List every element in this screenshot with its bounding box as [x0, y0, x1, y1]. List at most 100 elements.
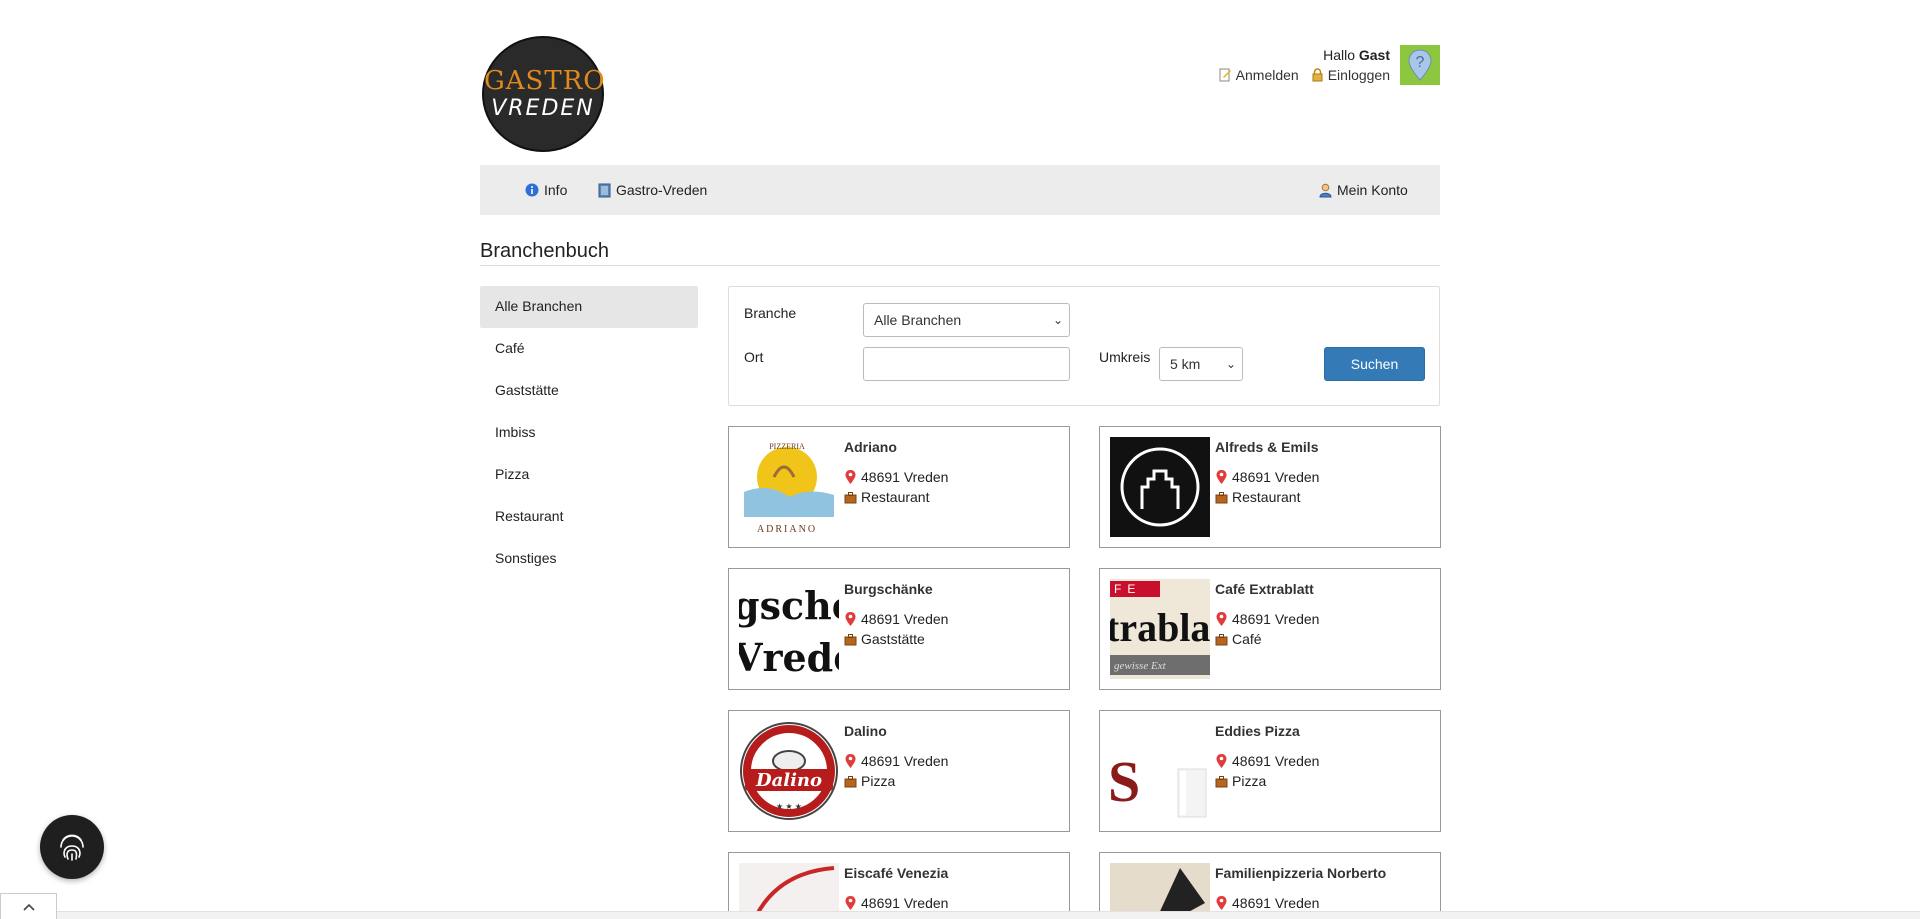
user-help-badge[interactable]: ?: [1400, 45, 1440, 85]
listing-city: 48691 Vreden: [861, 753, 949, 769]
listing-card[interactable]: PIZZERIA ADRIANO Adriano 48691 Vreden Re…: [728, 426, 1070, 548]
briefcase-icon: [1215, 633, 1228, 645]
listing-city: 48691 Vreden: [861, 469, 949, 485]
listing-name[interactable]: Familienpizzeria Norberto: [1215, 865, 1386, 881]
sidebar-item-cafe[interactable]: Café: [480, 328, 698, 370]
search-button[interactable]: Suchen: [1324, 347, 1425, 381]
listing-logo: gsche Vrede: [739, 579, 839, 679]
listing-location: 48691 Vreden: [1215, 895, 1319, 911]
umkreis-selected: 5 km: [1170, 356, 1201, 372]
listing-category: Pizza: [1232, 773, 1267, 789]
search-panel: Branche Alle Branchen ⌄ Ort Umkreis 5 km…: [728, 286, 1440, 406]
listing-category-row: Café: [1215, 631, 1262, 647]
listing-name[interactable]: Eiscafé Venezia: [844, 865, 948, 881]
sidebar-item-sonstiges[interactable]: Sonstiges: [480, 538, 698, 580]
logo-line-2: VREDEN: [491, 96, 595, 121]
briefcase-icon: [1215, 775, 1228, 787]
listing-logo: Dalino ★ ★ ★: [739, 721, 839, 821]
info-icon: [525, 183, 539, 197]
nav-site-label: Gastro-Vreden: [616, 182, 708, 198]
register-label: Anmelden: [1235, 67, 1299, 83]
chevron-down-icon: ⌄: [1052, 313, 1063, 327]
greeting-prefix: Hallo: [1323, 47, 1355, 63]
listing-location: 48691 Vreden: [844, 611, 948, 627]
sidebar-item-imbiss[interactable]: Imbiss: [480, 412, 698, 454]
listing-card[interactable]: Alfreds & Emils 48691 Vreden Restaurant: [1099, 426, 1441, 548]
listing-category: Café: [1232, 631, 1262, 647]
main-nav: Info Gastro-Vreden Mein Konto: [480, 165, 1440, 215]
privacy-settings-button[interactable]: [40, 815, 104, 879]
book-icon: [598, 183, 611, 197]
listing-logo: FE trabla gewisse Ext: [1110, 579, 1210, 679]
branche-selected: Alle Branchen: [874, 312, 962, 328]
listing-category-row: Gaststätte: [844, 631, 925, 647]
listing-category: Pizza: [861, 773, 896, 789]
listing-city: 48691 Vreden: [1232, 753, 1320, 769]
login-label: Einloggen: [1327, 67, 1390, 83]
ort-label: Ort: [744, 349, 764, 365]
branche-select[interactable]: Alle Branchen ⌄: [863, 303, 1070, 337]
title-divider: [480, 265, 1440, 266]
listing-name[interactable]: Café Extrablatt: [1215, 581, 1314, 597]
map-pin-icon: [845, 470, 856, 484]
listing-city: 48691 Vreden: [1232, 895, 1320, 911]
listing-card[interactable]: gsche Vrede Burgschänke 48691 Vreden Gas…: [728, 568, 1070, 690]
category-sidebar: Alle Branchen Café Gaststätte Imbiss Piz…: [480, 286, 698, 580]
site-logo[interactable]: GASTRO VREDEN: [484, 38, 606, 150]
listing-name[interactable]: Burgschänke: [844, 581, 933, 597]
sidebar-item-alle-branchen[interactable]: Alle Branchen: [480, 286, 698, 328]
fingerprint-icon: [60, 834, 84, 861]
sidebar-item-pizza[interactable]: Pizza: [480, 454, 698, 496]
map-pin-icon: [1216, 612, 1227, 626]
umkreis-label: Umkreis: [1099, 349, 1151, 365]
svg-text:S: S: [1110, 749, 1140, 814]
map-pin-icon: [1216, 754, 1227, 768]
svg-text:trabla: trabla: [1110, 605, 1210, 650]
listing-city: 48691 Vreden: [1232, 611, 1320, 627]
listing-location: 48691 Vreden: [1215, 469, 1319, 485]
listing-card[interactable]: Familienpizzeria Norberto 48691 Vreden: [1099, 852, 1441, 919]
login-link[interactable]: Einloggen: [1311, 67, 1390, 83]
briefcase-icon: [844, 775, 857, 787]
nav-gastro-vreden[interactable]: Gastro-Vreden: [598, 182, 707, 198]
listing-category-row: Restaurant: [844, 489, 929, 505]
branche-label: Branche: [744, 305, 797, 321]
briefcase-icon: [1215, 491, 1228, 503]
umkreis-select[interactable]: 5 km ⌄: [1159, 347, 1243, 381]
listing-card[interactable]: Eiscafé Venezia 48691 Vreden: [728, 852, 1070, 919]
listing-card[interactable]: S Eddies Pizza 48691 Vreden Pizza: [1099, 710, 1441, 832]
scroll-up-tab[interactable]: [0, 893, 57, 919]
sidebar-item-gaststaette[interactable]: Gaststätte: [480, 370, 698, 412]
logo-line-1: GASTRO: [484, 66, 606, 96]
svg-text:ADRIANO: ADRIANO: [757, 524, 817, 535]
listing-category-row: Pizza: [1215, 773, 1266, 789]
svg-text:gewisse Ext: gewisse Ext: [1114, 660, 1167, 672]
listing-name[interactable]: Eddies Pizza: [1215, 723, 1300, 739]
listing-name[interactable]: Alfreds & Emils: [1215, 439, 1318, 455]
listing-card[interactable]: FE trabla gewisse Ext Café Extrablatt 48…: [1099, 568, 1441, 690]
svg-text:★ ★ ★: ★ ★ ★: [776, 802, 802, 811]
nav-info[interactable]: Info: [525, 182, 567, 198]
nav-info-label: Info: [544, 182, 568, 198]
listing-location: 48691 Vreden: [1215, 753, 1319, 769]
briefcase-icon: [844, 633, 857, 645]
listing-card[interactable]: Dalino ★ ★ ★ Dalino 48691 Vreden Pizza: [728, 710, 1070, 832]
svg-text:gsche: gsche: [739, 583, 839, 628]
listing-name[interactable]: Adriano: [844, 439, 897, 455]
ort-input[interactable]: [863, 347, 1070, 381]
listing-location: 48691 Vreden: [844, 469, 948, 485]
listing-name[interactable]: Dalino: [844, 723, 887, 739]
sidebar-item-restaurant[interactable]: Restaurant: [480, 496, 698, 538]
nav-account-label: Mein Konto: [1337, 182, 1408, 198]
register-link[interactable]: Anmelden: [1219, 67, 1299, 83]
edit-document-icon: [1219, 68, 1231, 82]
nav-my-account[interactable]: Mein Konto: [1319, 182, 1408, 198]
svg-text:Vrede: Vrede: [739, 635, 839, 679]
map-pin-icon: [845, 754, 856, 768]
lock-icon: [1312, 68, 1323, 82]
listing-city: 48691 Vreden: [861, 611, 949, 627]
svg-text:FE: FE: [1114, 582, 1141, 596]
listing-location: 48691 Vreden: [1215, 611, 1319, 627]
listing-category-row: Pizza: [844, 773, 895, 789]
listing-location: 48691 Vreden: [844, 753, 948, 769]
